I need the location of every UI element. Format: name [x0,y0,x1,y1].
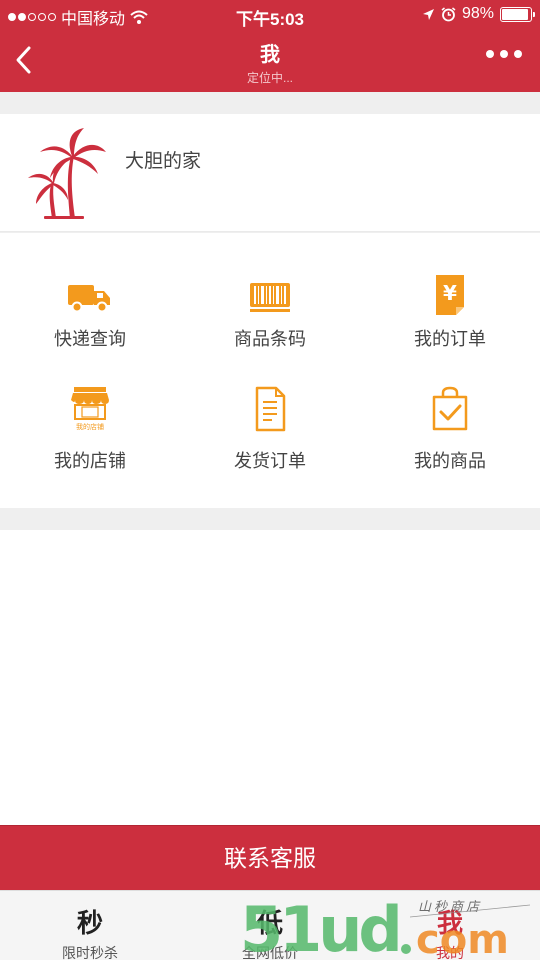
lowest-price-icon: 低 [256,908,283,938]
content-blank-area [0,530,540,825]
function-grid: 快递查询 商品条码 ¥ 我的订单 我的店铺 我的店铺 发货订单 我的商品 [0,233,540,508]
palm-tree-icon [28,128,106,219]
menu-item-label: 快递查询 [54,329,126,349]
tab-label: 限时秒杀 [62,945,118,960]
svg-text:¥: ¥ [443,281,457,305]
alarm-icon [441,6,456,21]
menu-item-my-shop[interactable]: 我的店铺 我的店铺 [0,385,180,505]
document-icon [255,386,286,432]
tab-label: 我的 [436,945,464,960]
shopping-bag-check-icon [432,386,468,431]
profile-name: 大胆的家 [125,151,202,172]
location-arrow-icon [422,8,434,20]
storefront-caption: 我的店铺 [76,424,104,431]
menu-item-shipping-orders[interactable]: 发货订单 [180,385,360,505]
page-title: 我 [260,44,280,66]
battery-icon [500,6,535,22]
nav-bar: 我 定位中... [0,30,540,92]
menu-item-label: 商品条码 [234,329,306,349]
battery-percentage: 98% [461,5,494,22]
menu-item-label: 发货订单 [234,451,306,471]
menu-item-barcode[interactable]: 商品条码 [180,273,360,393]
status-right: 98% [422,5,535,23]
tab-lowest-price[interactable]: 低 全网低价 [180,891,360,960]
menu-item-label: 我的商品 [414,451,486,471]
tab-bar: 秒 限时秒杀 低 全网低价 我 我的 [0,890,540,960]
status-bar: 中国移动 下午5:03 98% [0,0,540,30]
more-dots-icon[interactable] [486,50,522,58]
tab-label: 全网低价 [242,945,298,960]
profile-card[interactable]: 大胆的家 [0,114,540,232]
menu-item-label: 我的店铺 [54,451,126,471]
flash-sale-icon: 秒 [76,908,103,938]
tab-mine[interactable]: 我 我的 [360,891,540,960]
yuan-order-icon: ¥ [436,275,464,315]
menu-item-my-products[interactable]: 我的商品 [360,385,540,505]
menu-item-express-query[interactable]: 快递查询 [0,273,180,393]
barcode-icon [250,283,290,312]
tab-flash-sale[interactable]: 秒 限时秒杀 [0,891,180,960]
delivery-truck-icon [68,285,110,313]
location-status: 定位中... [246,71,293,85]
menu-item-my-orders[interactable]: ¥ 我的订单 [360,273,540,393]
mine-icon: 我 [436,908,463,938]
menu-item-label: 我的订单 [414,329,486,349]
contact-service-button[interactable]: 联系客服 [0,825,540,890]
